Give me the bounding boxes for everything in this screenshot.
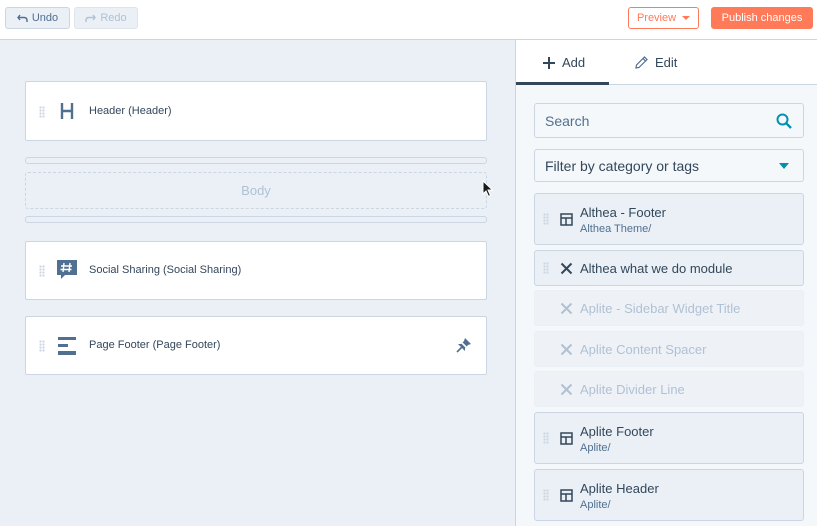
redo-label: Redo	[100, 12, 127, 24]
module-label: Header (Header)	[89, 105, 172, 117]
search-input[interactable]	[545, 112, 765, 129]
drag-handle-icon[interactable]	[39, 106, 45, 118]
publish-label: Publish changes	[721, 12, 803, 24]
unpin-icon[interactable]	[456, 337, 472, 353]
x-tool-icon	[559, 261, 573, 275]
chevron-down-icon	[682, 16, 691, 20]
drag-handle-icon[interactable]	[39, 265, 45, 277]
drag-handle-icon[interactable]	[543, 432, 549, 444]
x-tool-icon	[559, 301, 573, 315]
undo-label: Undo	[31, 12, 59, 24]
tab-edit[interactable]: Edit	[635, 40, 677, 85]
body-drop-zone[interactable]: Body	[25, 172, 487, 209]
module-title: Althea what we do module	[580, 261, 733, 276]
list-item: Aplite Content Spacer	[534, 331, 804, 367]
active-tab-indicator	[516, 82, 609, 85]
module-title: Althea - Footer	[580, 205, 666, 220]
redo-button[interactable]: Redo	[74, 7, 138, 29]
module-subtitle: Althea Theme/	[580, 223, 652, 235]
header-icon	[56, 100, 78, 122]
x-tool-icon	[559, 382, 573, 396]
module-label: Social Sharing (Social Sharing)	[89, 264, 242, 276]
tab-edit-label: Edit	[655, 55, 678, 70]
module-card-header[interactable]: Header (Header)	[25, 81, 487, 141]
top-toolbar: Undo Redo Preview Publish changes	[0, 0, 817, 40]
drag-handle-icon[interactable]	[543, 213, 549, 225]
plus-icon	[543, 56, 555, 69]
drag-handle-icon[interactable]	[543, 489, 549, 501]
chevron-down-icon	[779, 163, 789, 169]
layout-icon	[559, 488, 573, 502]
body-label: Body	[241, 183, 271, 198]
module-subtitle: Aplite/	[580, 499, 611, 511]
filter-label: Filter by category or tags	[545, 157, 700, 174]
tab-add-label: Add	[562, 55, 586, 70]
x-tool-icon	[559, 342, 573, 356]
preview-button[interactable]: Preview	[628, 7, 699, 29]
drag-handle-icon[interactable]	[39, 340, 45, 352]
sidebar-tabs: Add Edit	[516, 40, 817, 85]
module-search	[534, 103, 804, 138]
module-title: Aplite Header	[580, 481, 659, 496]
module-title: Aplite Content Spacer	[580, 342, 707, 357]
module-title: Aplite - Sidebar Widget Title	[580, 301, 741, 316]
preview-label: Preview	[636, 12, 677, 24]
section-divider	[25, 216, 487, 223]
list-item[interactable]: Aplite Header Aplite/	[534, 469, 804, 521]
list-item: Aplite Divider Line	[534, 371, 804, 407]
module-label: Page Footer (Page Footer)	[89, 339, 221, 351]
hashtag-chat-icon	[56, 259, 78, 281]
list-item[interactable]: Althea what we do module	[534, 250, 804, 286]
section-divider	[25, 157, 487, 164]
module-card-social-sharing[interactable]: Social Sharing (Social Sharing)	[25, 241, 487, 300]
search-icon[interactable]	[776, 113, 792, 129]
module-subtitle: Aplite/	[580, 442, 611, 454]
module-card-page-footer[interactable]: Page Footer (Page Footer)	[25, 316, 487, 375]
module-sidebar: Add Edit Filter by category or tags Alth…	[515, 40, 817, 526]
list-item: Aplite - Sidebar Widget Title	[534, 290, 804, 326]
pencil-icon	[635, 56, 648, 69]
list-item[interactable]: Althea - Footer Althea Theme/	[534, 193, 804, 245]
filter-dropdown[interactable]: Filter by category or tags	[534, 149, 804, 182]
list-item[interactable]: Aplite Footer Aplite/	[534, 412, 804, 464]
tab-add[interactable]: Add	[543, 40, 585, 85]
layout-icon	[559, 212, 573, 226]
redo-icon	[85, 14, 97, 22]
footer-layout-icon	[56, 335, 78, 357]
publish-button[interactable]: Publish changes	[711, 7, 813, 29]
module-title: Aplite Divider Line	[580, 382, 685, 397]
drag-handle-icon[interactable]	[543, 262, 549, 274]
module-title: Aplite Footer	[580, 424, 654, 439]
undo-button[interactable]: Undo	[5, 7, 70, 29]
mouse-cursor-icon	[482, 180, 494, 198]
layout-icon	[559, 431, 573, 445]
undo-icon	[16, 14, 28, 22]
